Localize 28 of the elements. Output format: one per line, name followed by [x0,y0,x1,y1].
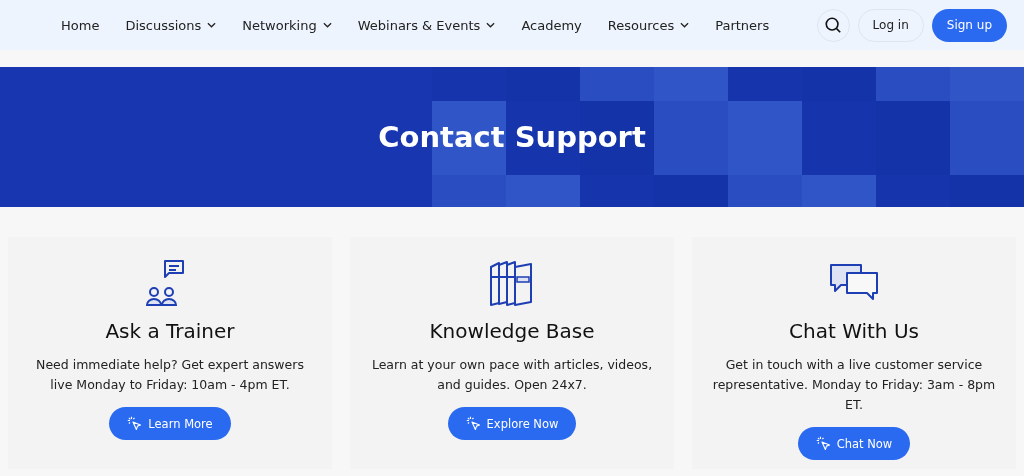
card-button[interactable]: Explore Now [447,407,577,440]
search-icon [824,16,843,34]
cursor-click-icon [815,436,831,451]
nav-link[interactable]: Academy [521,17,582,33]
nav-link[interactable]: Networking [242,17,332,33]
chevron-down-icon [322,22,332,28]
search-button[interactable] [816,8,850,42]
nav-link[interactable]: Partners [715,17,770,33]
chevron-down-icon [486,22,496,28]
chevron-down-icon [207,22,217,28]
card-title: Ask a Trainer [105,319,235,343]
card-button[interactable]: Chat Now [797,427,911,460]
cursor-click-icon [127,416,143,431]
cursor-click-icon [465,416,481,431]
page-title: Contact Support [378,120,646,154]
nav-link[interactable]: Discussions [125,17,217,33]
nav-link[interactable]: Webinars & Events [357,17,496,33]
nav-link[interactable]: Home [61,17,100,33]
card-title: Chat With Us [789,319,919,343]
card-description: Get in touch with a live customer service representative. Monday to Friday: 3am - 8pm ET. [711,356,997,414]
card-title: Knowledge Base [429,319,595,343]
card-button[interactable]: Learn More [109,407,231,440]
chevron-down-icon [680,22,690,28]
nav-link[interactable]: Resources [607,17,690,33]
card-description: Need immediate help? Get expert answers live Monday to Friday: 10am - 4pm ET. [35,356,305,394]
login-button[interactable]: Log in [857,8,924,42]
card-description: Learn at your own pace with articles, videos, and guides. Open 24x7. [370,356,654,394]
signup-button[interactable]: Sign up [931,8,1007,42]
